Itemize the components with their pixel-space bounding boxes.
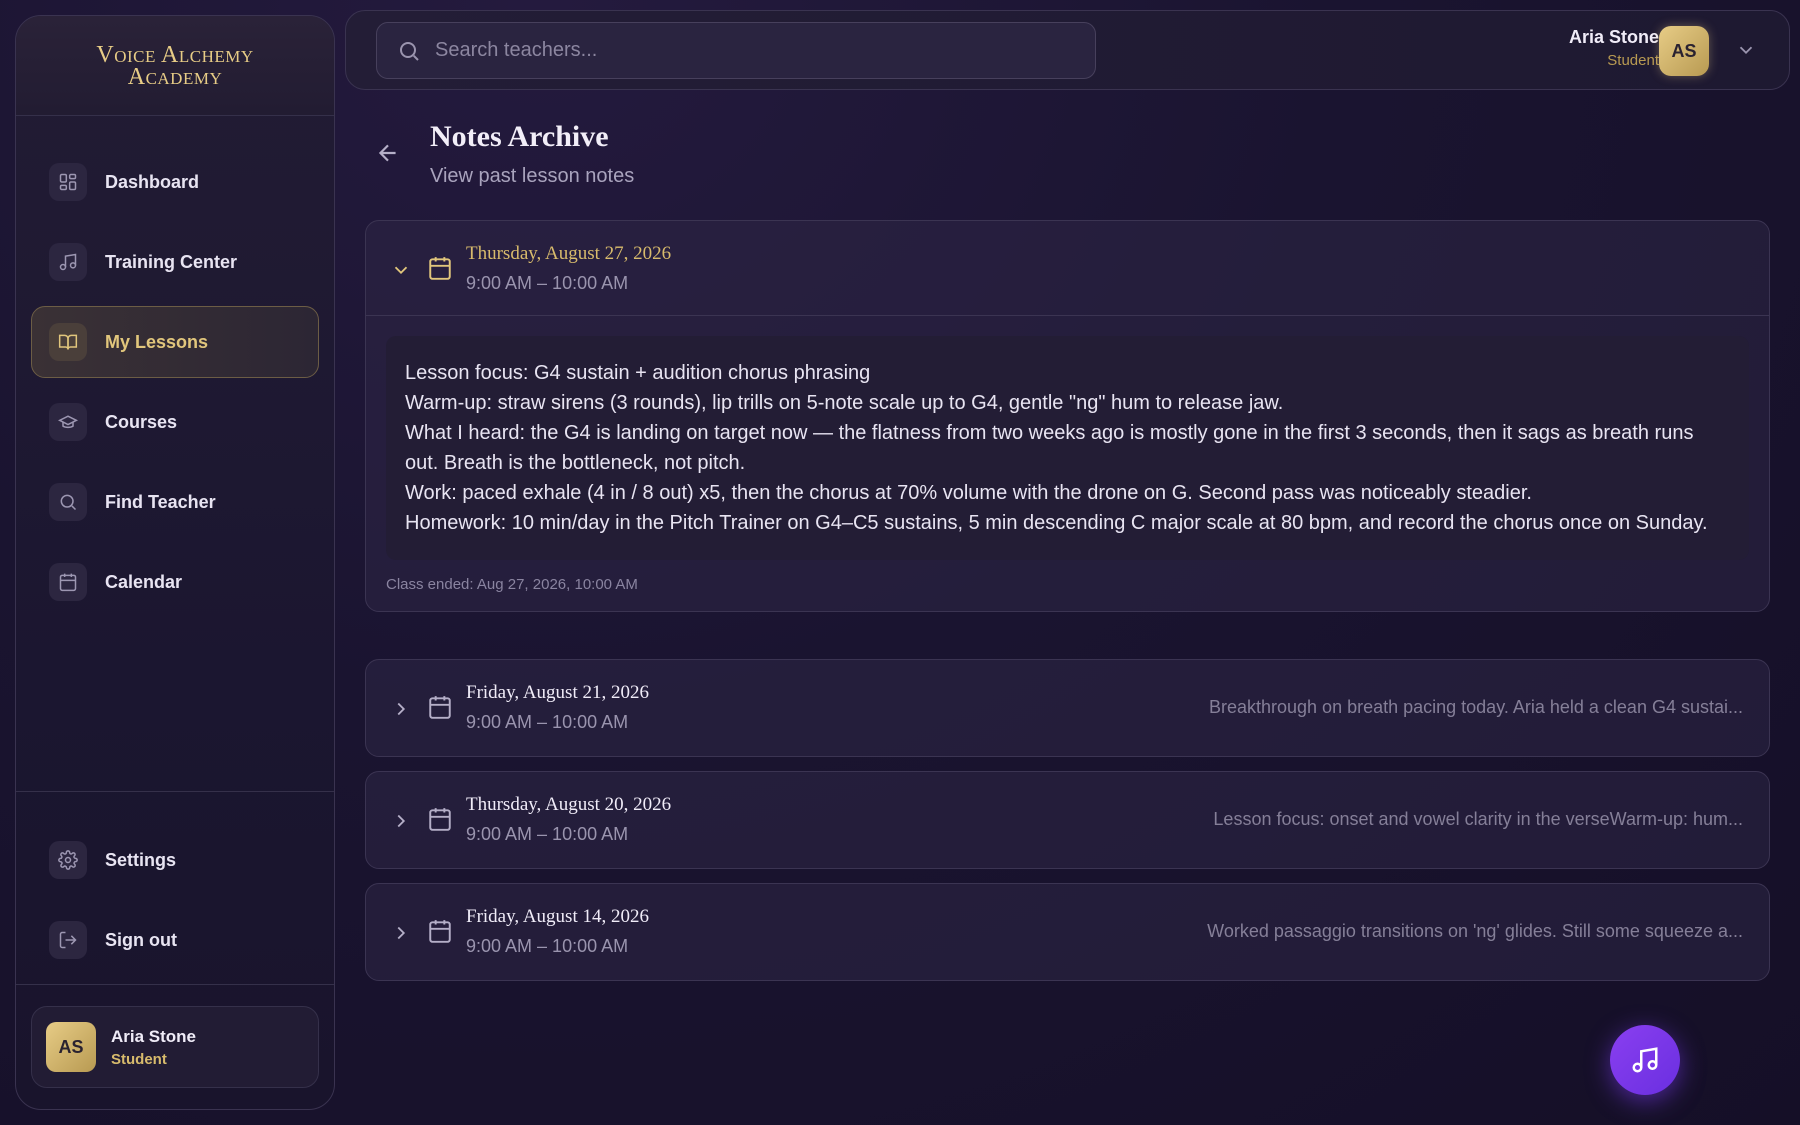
sidebar-item-my-lessons[interactable]: My Lessons [31,306,319,378]
sidebar-item-label: Settings [105,849,177,870]
sidebar-item-label: My Lessons [105,331,209,352]
search-icon [49,483,87,521]
brand-line-2: Academy [127,63,223,90]
music-fab-button[interactable] [1610,1025,1680,1095]
book-icon [49,323,87,361]
sidebar-bottom-nav: Settings Sign out [31,824,319,984]
graduation-cap-icon [49,403,87,441]
note-line: Lesson focus: G4 sustain + audition chor… [405,362,871,384]
gear-icon [49,841,87,879]
avatar: AS [46,1022,96,1072]
note-line: Homework: 10 min/day in the Pitch Traine… [405,512,1708,534]
top-user-info[interactable]: Aria Stone Student [1569,27,1659,69]
sidebar-item-sign-out[interactable]: Sign out [31,904,319,976]
note-date: Friday, August 21, 2026 [466,682,649,703]
chevron-right-icon[interactable] [390,810,412,832]
sidebar-item-label: Dashboard [105,171,200,192]
user-name: Aria Stone [1568,27,1659,47]
note-card: Friday, August 14, 2026 9:00 AM – 10:00 … [365,883,1770,981]
sidebar-item-calendar[interactable]: Calendar [31,546,319,618]
note-line: Warm-up: straw sirens (3 rounds), lip tr… [405,392,1284,414]
sign-out-icon [49,921,87,959]
sidebar-item-find-teacher[interactable]: Find Teacher [31,466,319,538]
sidebar-item-training-center[interactable]: Training Center [31,226,319,298]
sidebar-item-label: Training Center [105,251,238,272]
grid-icon [49,163,87,201]
note-time: 9:00 AM – 10:00 AM [466,936,629,956]
brand-line-1: Voice Alchemy [96,41,254,68]
sidebar-item-label: Calendar [105,571,183,592]
note-header[interactable]: Thursday, August 20, 2026 9:00 AM – 10:0… [366,772,1769,868]
user-role: Student [1607,52,1659,69]
note-card: Thursday, August 27, 2026 9:00 AM – 10:0… [365,220,1770,612]
note-time: 9:00 AM – 10:00 AM [466,824,629,844]
top-bar: Aria Stone Student AS [345,10,1790,90]
sidebar-item-settings[interactable]: Settings [31,824,319,896]
user-role: Student [111,1050,167,1068]
sidebar-divider [16,984,334,985]
sidebar-item-label: Courses [105,411,178,432]
calendar-icon [49,563,87,601]
sidebar-item-label: Find Teacher [105,491,216,512]
music-note-icon [49,243,87,281]
music-note-icon [1632,1047,1658,1073]
note-line: Work: paced exhale (4 in / 8 out) x5, th… [405,482,1532,504]
user-name: Aria Stone [111,1026,197,1046]
sidebar-nav: Dashboard Training Center My Lessons Cou… [16,116,334,618]
chevron-down-icon[interactable] [390,259,412,281]
chevron-down-icon[interactable] [1735,39,1757,61]
calendar-icon [429,920,451,943]
calendar-icon [429,808,451,831]
note-card: Thursday, August 20, 2026 9:00 AM – 10:0… [365,771,1770,869]
calendar-icon [429,257,451,280]
note-date: Thursday, August 27, 2026 [466,243,672,264]
note-date: Thursday, August 20, 2026 [466,794,672,815]
note-header[interactable]: Friday, August 14, 2026 9:00 AM – 10:00 … [366,884,1769,980]
calendar-icon [429,696,451,719]
sidebar: Voice Alchemy Academy Dashboard Training… [15,15,335,1110]
sidebar-item-label: Sign out [105,929,177,950]
note-line: What I heard: the G4 is landing on targe… [405,422,1694,474]
chevron-right-icon[interactable] [390,922,412,944]
sidebar-item-dashboard[interactable]: Dashboard [31,146,319,218]
note-preview: Breakthrough on breath pacing today. Ari… [1208,697,1743,717]
search-box[interactable] [376,22,1096,79]
search-icon [400,41,419,61]
avatar[interactable]: AS [1659,26,1709,76]
sidebar-divider [16,791,334,792]
note-time: 9:00 AM – 10:00 AM [466,273,629,293]
brand-logo[interactable]: Voice Alchemy Academy [16,16,334,116]
note-header[interactable]: Friday, August 21, 2026 9:00 AM – 10:00 … [366,660,1769,756]
sidebar-user-card[interactable]: AS Aria Stone Student [31,1006,319,1088]
class-ended-label: Class ended: Aug 27, 2026, 10:00 AM [386,576,638,593]
note-time: 9:00 AM – 10:00 AM [466,712,629,732]
search-input[interactable] [435,39,1075,62]
note-body: Lesson focus: G4 sustain + audition chor… [386,336,1749,560]
back-arrow-icon[interactable] [375,140,401,166]
chevron-right-icon[interactable] [390,698,412,720]
page-subtitle: View past lesson notes [430,165,635,187]
note-preview: Lesson focus: onset and vowel clarity in… [1213,809,1743,829]
note-preview: Worked passaggio transitions on 'ng' gli… [1207,921,1743,941]
page-title: Notes Archive [430,120,609,153]
note-header[interactable]: Thursday, August 27, 2026 9:00 AM – 10:0… [366,221,1769,316]
sidebar-item-courses[interactable]: Courses [31,386,319,458]
note-date: Friday, August 14, 2026 [466,906,649,927]
note-card: Friday, August 21, 2026 9:00 AM – 10:00 … [365,659,1770,757]
